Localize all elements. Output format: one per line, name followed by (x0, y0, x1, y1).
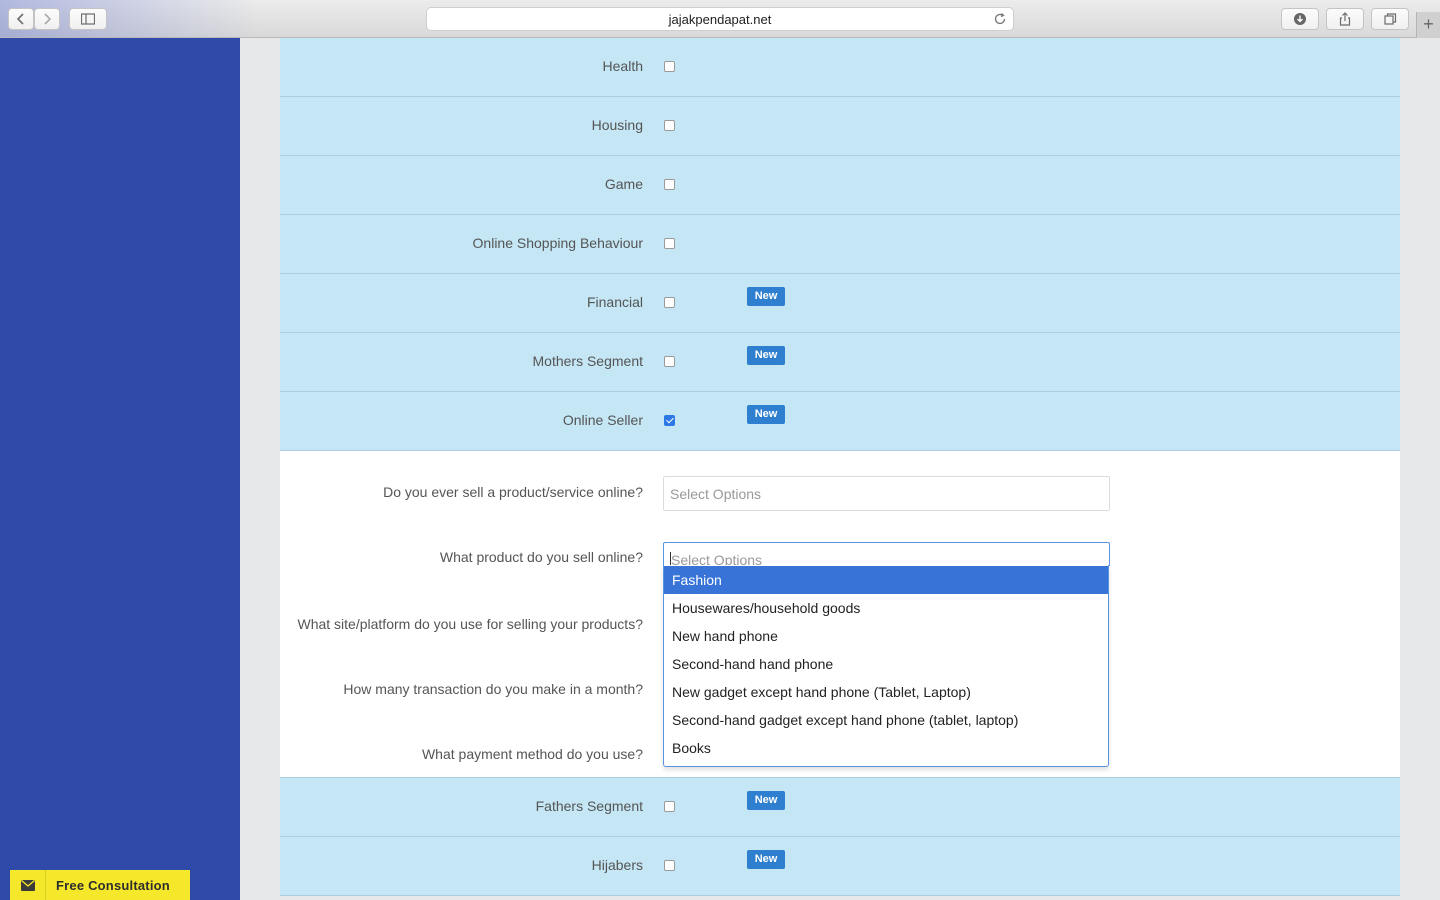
question-transactions: How many transaction do you make in a mo… (343, 681, 643, 697)
segment-checkbox[interactable] (664, 297, 675, 308)
segment-label: Online Seller (562, 412, 643, 428)
select-placeholder: Select Options (670, 486, 762, 502)
segment-row: Financial New (280, 274, 1400, 333)
sidebar-icon (81, 13, 95, 25)
address-bar[interactable]: jajakpendapat.net (426, 7, 1014, 31)
segment-checkbox[interactable] (664, 860, 675, 871)
segment-row: Housing (280, 97, 1400, 156)
new-badge: New (747, 346, 785, 365)
left-sidebar (0, 38, 240, 900)
segment-label: Financial (586, 294, 643, 310)
question-product-sold: What product do you sell online? (439, 549, 643, 565)
question-sell-online: Do you ever sell a product/service onlin… (383, 484, 643, 500)
segment-label: Game (604, 176, 643, 192)
segment-checkbox[interactable] (664, 179, 675, 190)
product-sold-select[interactable]: Select Options (663, 542, 1110, 568)
new-badge: New (747, 287, 785, 306)
chevron-left-icon (16, 13, 24, 25)
segment-label: Health (602, 58, 643, 74)
free-consultation-label: Free Consultation (56, 877, 170, 893)
envelope-icon (10, 870, 46, 900)
dropdown-option[interactable]: New hand phone (664, 622, 1108, 650)
segment-label: Mothers Segment (532, 353, 644, 369)
product-options-dropdown: Fashion Housewares/household goods New han… (663, 565, 1109, 767)
share-button[interactable] (1326, 8, 1364, 30)
browser-toolbar: jajakpendapat.net + (0, 0, 1440, 38)
new-badge: New (747, 405, 785, 424)
new-badge: New (747, 850, 785, 869)
dropdown-option[interactable]: Fashion (664, 566, 1108, 594)
segment-row: Hijabers New (280, 837, 1400, 896)
segment-row: Mothers Segment New (280, 333, 1400, 392)
reload-icon[interactable] (993, 12, 1007, 26)
segment-label: Housing (591, 117, 643, 133)
back-button[interactable] (8, 8, 34, 30)
segment-checkbox[interactable] (664, 801, 675, 812)
tabs-icon (1384, 13, 1397, 25)
segment-label: Online Shopping Behaviour (472, 235, 643, 251)
online-seller-questions: Do you ever sell a product/service onlin… (280, 451, 1400, 778)
segment-label: Hijabers (591, 857, 643, 873)
segment-checkbox[interactable] (664, 356, 675, 367)
new-badge: New (747, 791, 785, 810)
downloads-button[interactable] (1281, 8, 1319, 30)
share-icon (1339, 12, 1351, 26)
question-payment-method: What payment method do you use? (421, 746, 643, 762)
free-consultation-button[interactable]: Free Consultation (10, 870, 190, 900)
segment-checkbox[interactable] (664, 415, 675, 426)
sell-online-select[interactable]: Select Options (663, 476, 1110, 511)
dropdown-option[interactable]: Second-hand hand phone (664, 650, 1108, 678)
dropdown-option[interactable]: Housewares/household goods (664, 594, 1108, 622)
segment-row: Online Shopping Behaviour (280, 215, 1400, 274)
question-platform: What site/platform do you use for sellin… (297, 616, 643, 632)
segment-row: Online Seller New (280, 392, 1400, 451)
plus-icon: + (1423, 14, 1434, 34)
chevron-right-icon (44, 13, 52, 25)
sidebar-toggle-button[interactable] (69, 8, 107, 30)
dropdown-option[interactable]: Second-hand gadget except hand phone (ta… (664, 706, 1108, 734)
segment-checkbox[interactable] (664, 238, 675, 249)
segment-form: Health Housing Game Online Shopping Behavio… (280, 38, 1400, 900)
url-text: jajakpendapat.net (668, 12, 772, 27)
new-tab-button[interactable]: + (1416, 12, 1440, 38)
segment-checkbox[interactable] (664, 120, 675, 131)
dropdown-option[interactable]: Books (664, 734, 1108, 762)
segment-row: Health (280, 38, 1400, 97)
segment-checkbox[interactable] (664, 61, 675, 72)
segment-label: Fathers Segment (535, 798, 643, 814)
segment-row: Fathers Segment New (280, 778, 1400, 837)
dropdown-option[interactable]: New gadget except hand phone (Tablet, La… (664, 678, 1108, 706)
tabs-overview-button[interactable] (1371, 8, 1409, 30)
download-icon (1294, 13, 1306, 25)
forward-button[interactable] (34, 8, 60, 30)
segment-row: Game (280, 156, 1400, 215)
